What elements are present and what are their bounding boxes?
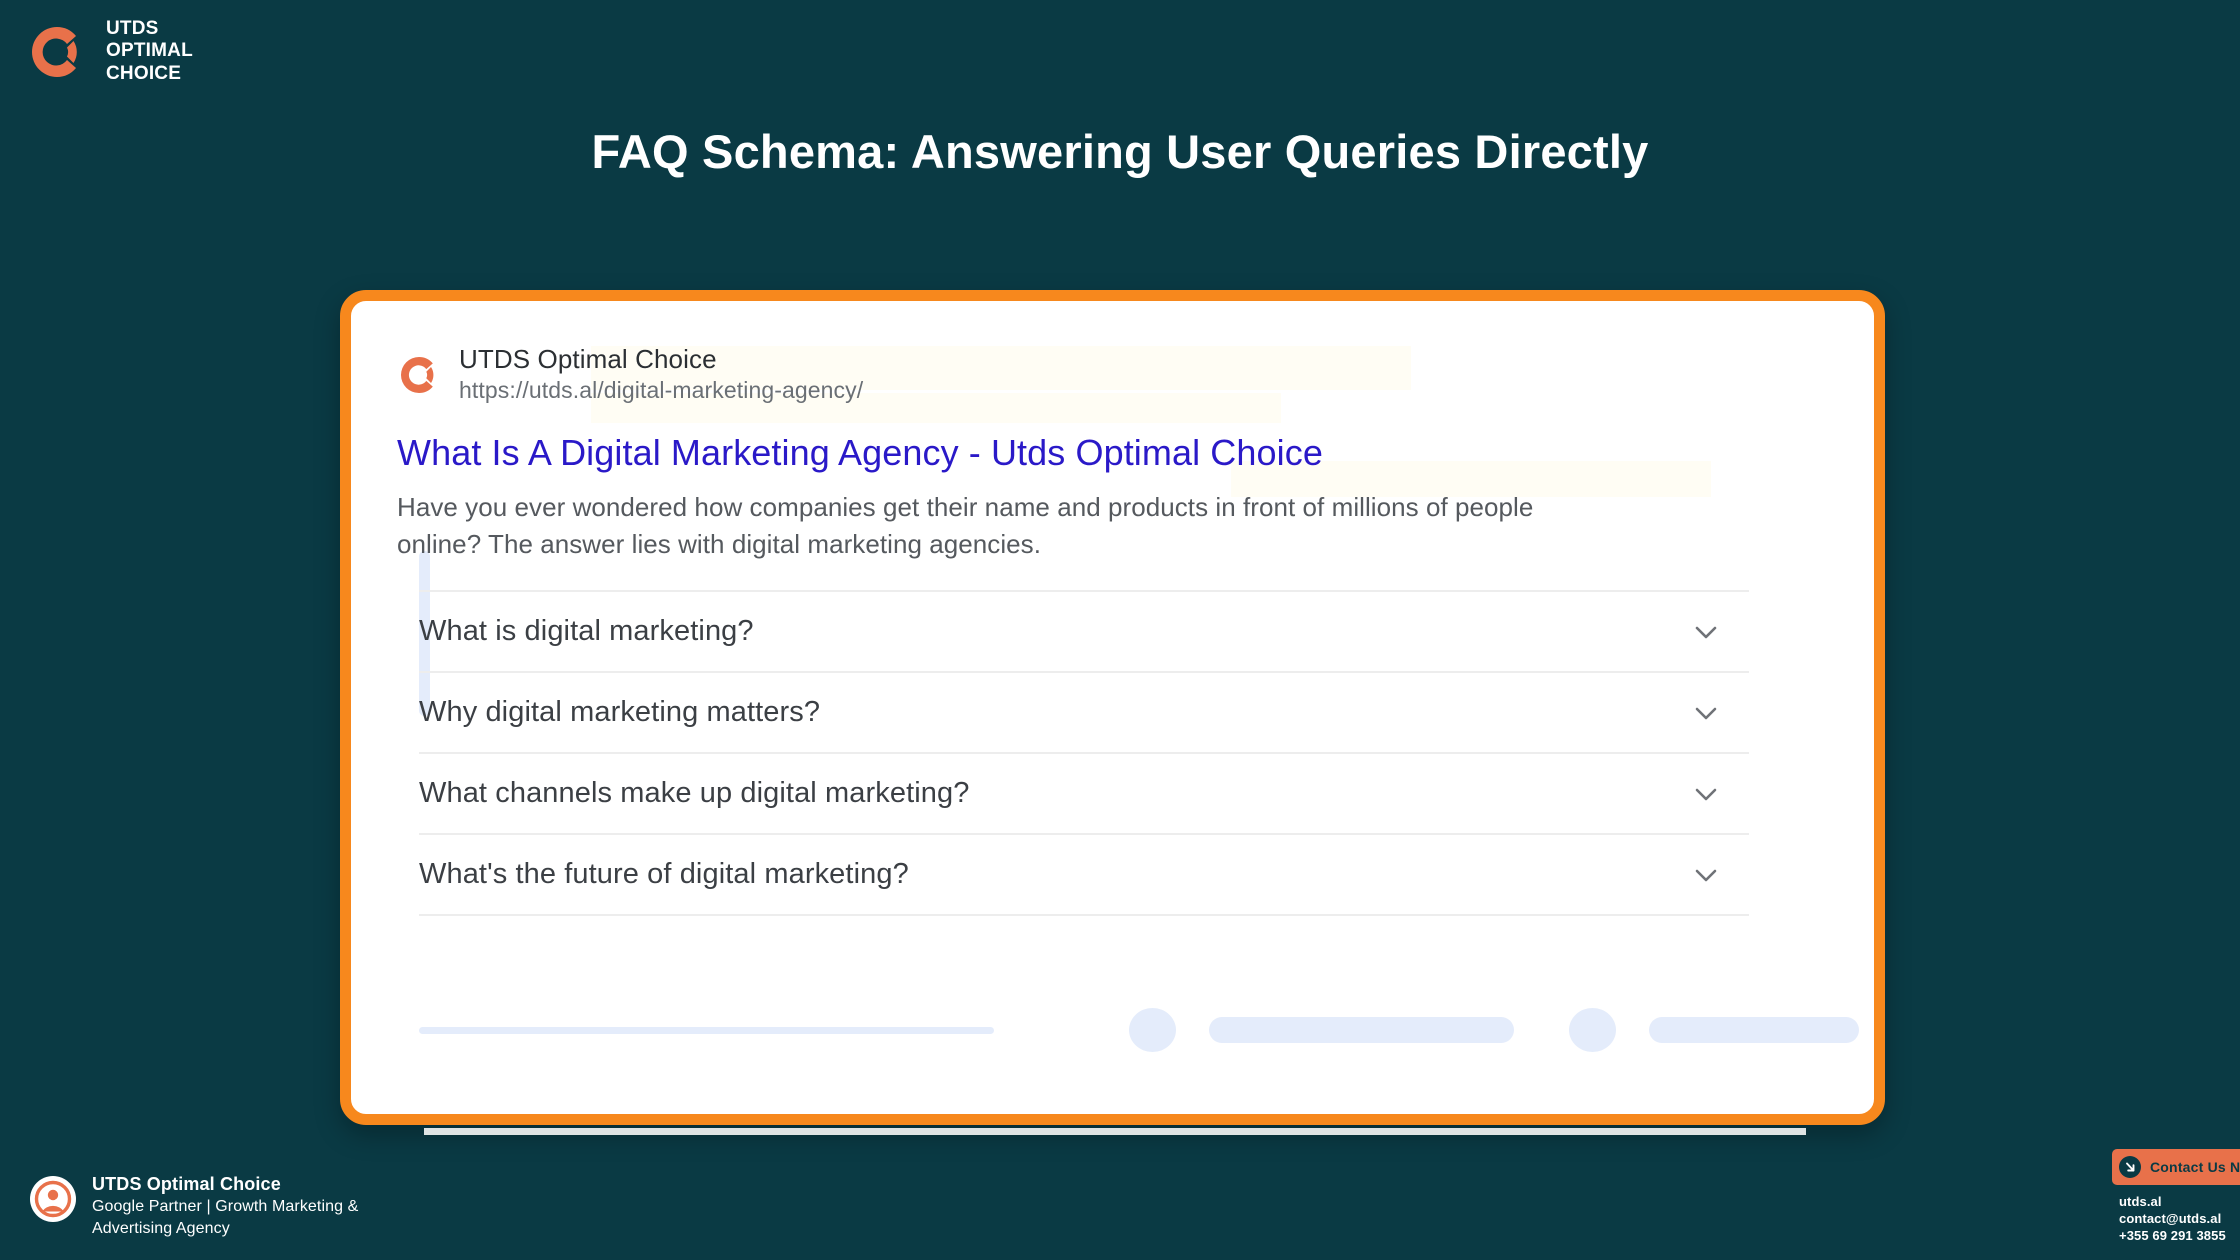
skeleton-bar xyxy=(1649,1017,1859,1043)
utds-logo-icon xyxy=(26,21,88,83)
faq-accordion-row[interactable]: Why digital marketing matters? xyxy=(419,673,1749,755)
contact-website[interactable]: utds.al xyxy=(2119,1193,2240,1210)
slide-canvas: UTDS OPTIMAL CHOICE FAQ Schema: Answerin… xyxy=(0,0,2240,1260)
faq-question: What is digital marketing? xyxy=(419,615,754,648)
chevron-down-icon[interactable] xyxy=(1689,696,1723,730)
faq-accordion-row[interactable]: What channels make up digital marketing? xyxy=(419,754,1749,836)
chevron-down-icon[interactable] xyxy=(1689,777,1723,811)
faq-question: What channels make up digital marketing? xyxy=(419,777,970,810)
brand-line-2: OPTIMAL xyxy=(106,40,193,62)
faq-accordion: What is digital marketing? Why digital m… xyxy=(419,590,1749,917)
footer-tagline: Google Partner | Growth Marketing & Adve… xyxy=(92,1197,359,1237)
chevron-down-icon[interactable] xyxy=(1689,615,1723,649)
skeleton-dot xyxy=(1569,1008,1616,1052)
result-header: UTDS Optimal Choice https://utds.al/digi… xyxy=(397,343,1828,406)
result-url: https://utds.al/digital-marketing-agency… xyxy=(459,377,864,404)
skeleton-line xyxy=(419,1027,994,1034)
contact-us-button[interactable]: Contact Us Now xyxy=(2112,1148,2240,1185)
skeleton-placeholder-row xyxy=(419,1008,1859,1052)
result-snippet: Have you ever wondered how companies get… xyxy=(397,491,1534,559)
faq-accordion-row[interactable]: What is digital marketing? xyxy=(419,592,1749,674)
contact-widget: Contact Us Now utds.al contact@utds.al +… xyxy=(2112,1148,2240,1244)
contact-details: utds.al contact@utds.al +355 69 291 3855 xyxy=(2112,1193,2240,1244)
arrow-down-right-icon xyxy=(2119,1155,2141,1178)
skeleton-dot xyxy=(1129,1008,1176,1052)
faq-question: What's the future of digital marketing? xyxy=(419,858,909,891)
brand-lockup: UTDS OPTIMAL CHOICE xyxy=(26,18,193,85)
result-title-link[interactable]: What Is A Digital Marketing Agency - Utd… xyxy=(397,432,1828,474)
result-site-name: UTDS Optimal Choice xyxy=(459,344,717,374)
contact-phone[interactable]: +355 69 291 3855 xyxy=(2119,1227,2240,1244)
brand-line-1: UTDS xyxy=(106,18,159,39)
faq-question: Why digital marketing matters? xyxy=(419,696,821,729)
skeleton-bar xyxy=(1209,1017,1514,1043)
brand-line-3: CHOICE xyxy=(106,62,182,84)
user-avatar-icon xyxy=(30,1175,76,1222)
contact-us-label: Contact Us Now xyxy=(2150,1158,2240,1175)
contact-email[interactable]: contact@utds.al xyxy=(2119,1210,2240,1227)
chevron-down-icon[interactable] xyxy=(1689,858,1723,892)
footer-brand: UTDS Optimal Choice Google Partner | Gro… xyxy=(30,1172,422,1240)
brand-name: UTDS OPTIMAL CHOICE xyxy=(106,18,193,85)
serp-result-card: UTDS Optimal Choice https://utds.al/digi… xyxy=(340,290,1885,1125)
footer-company-name: UTDS Optimal Choice xyxy=(92,1173,281,1194)
capture-edge-strip xyxy=(424,1128,1806,1135)
utds-favicon-icon xyxy=(397,353,441,397)
page-title: FAQ Schema: Answering User Queries Direc… xyxy=(591,125,1649,178)
faq-accordion-row[interactable]: What's the future of digital marketing? xyxy=(419,835,1749,917)
